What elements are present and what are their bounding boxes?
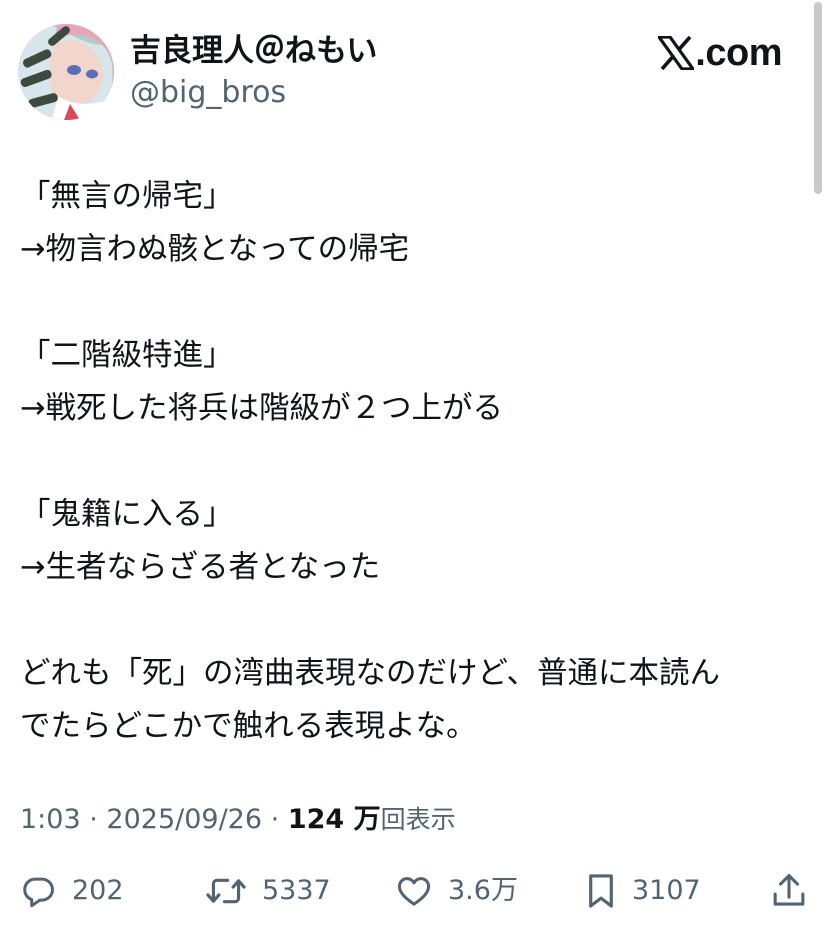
tweet-paragraph: どれも「死」の湾曲表現なのだけど、普通に本読ん でたらどこかで触れる表現よな。 <box>20 647 810 753</box>
tweet-meta: 1:03 · 2025/09/26 · 124 万回表示 <box>20 800 456 840</box>
x-com-brand: .com <box>658 28 782 78</box>
like-count: 3.6万 <box>448 875 518 906</box>
bookmark-button[interactable]: 3107 <box>584 866 701 916</box>
bookmark-icon <box>589 874 613 908</box>
scrollbar[interactable] <box>814 2 822 194</box>
tweet-screenshot: 吉良理人＠ねもい @big_bros .com 「無言の帰宅」 →物言わぬ骸とな… <box>0 0 828 941</box>
tweet-text: 「無言の帰宅」 →物言わぬ骸となっての帰宅 「二階級特進」 →戦死した将兵は階級… <box>20 170 810 753</box>
tweet-paragraph: 「鬼籍に入る」 →生者ならざる者となった <box>20 488 810 594</box>
tweet-line: でたらどこかで触れる表現よな。 <box>20 709 477 744</box>
views-count: 124 万 <box>287 804 381 835</box>
tweet-line: 「二階級特進」 <box>20 338 234 373</box>
tweet-paragraph: 「無言の帰宅」 →物言わぬ骸となっての帰宅 <box>20 170 810 276</box>
tweet-line: 「無言の帰宅」 <box>20 179 234 214</box>
avatar[interactable] <box>18 24 114 120</box>
like-button[interactable]: 3.6万 <box>394 866 518 916</box>
author-display-name[interactable]: 吉良理人＠ねもい <box>130 31 377 71</box>
share-button[interactable] <box>770 866 808 916</box>
meta-separator: · <box>89 804 98 835</box>
tweet-line: どれも「死」の湾曲表現なのだけど、普通に本読ん <box>20 656 720 691</box>
action-bar: 202 5337 3.6万 3107 <box>0 866 828 916</box>
tweet-line: →生者ならざる者となった <box>20 550 381 585</box>
brand-domain-label: .com <box>695 31 782 74</box>
meta-separator: · <box>270 804 280 835</box>
repost-icon <box>206 878 246 904</box>
repost-button[interactable]: 5337 <box>204 866 331 916</box>
tweet-line: 「鬼籍に入る」 <box>20 497 234 532</box>
author-handle[interactable]: @big_bros <box>130 74 286 112</box>
x-logo-icon <box>658 36 695 70</box>
heart-icon <box>397 877 431 906</box>
avatar-image <box>18 24 114 120</box>
repost-count: 5337 <box>262 875 331 906</box>
bookmark-count: 3107 <box>632 875 701 906</box>
share-icon <box>773 874 805 906</box>
tweet-time[interactable]: 1:03 <box>20 804 81 835</box>
reply-count: 202 <box>72 875 124 906</box>
tweet-line: →物言わぬ骸となっての帰宅 <box>20 232 410 267</box>
tweet-paragraph: 「二階級特進」 →戦死した将兵は階級が２つ上がる <box>20 329 810 435</box>
views-label: 回表示 <box>380 805 456 834</box>
reply-icon <box>23 877 54 908</box>
tweet-line: →戦死した将兵は階級が２つ上がる <box>20 391 504 426</box>
tweet-date[interactable]: 2025/09/26 <box>106 804 262 835</box>
reply-button[interactable]: 202 <box>20 866 124 916</box>
